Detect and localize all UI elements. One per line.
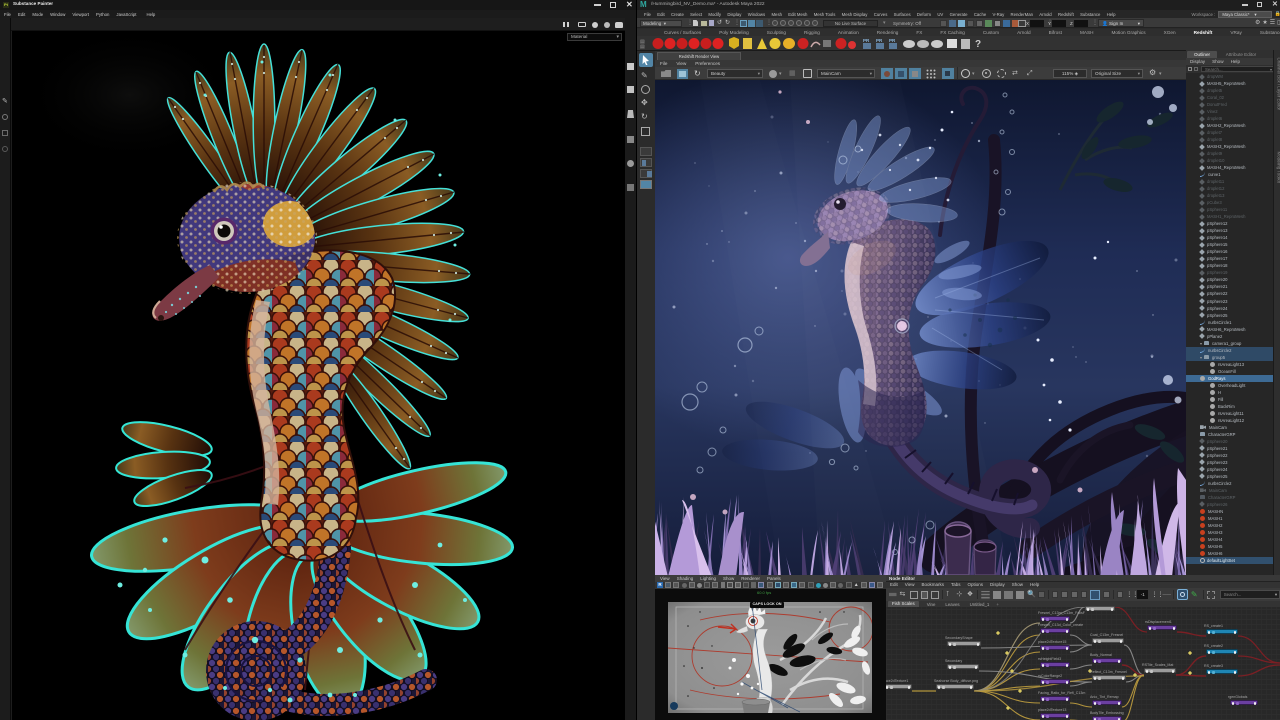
svg-text:PR: PR bbox=[876, 38, 883, 43]
svg-text:?: ? bbox=[975, 39, 981, 50]
svg-text:PR: PR bbox=[863, 38, 870, 43]
svg-text:PR: PR bbox=[889, 38, 896, 43]
